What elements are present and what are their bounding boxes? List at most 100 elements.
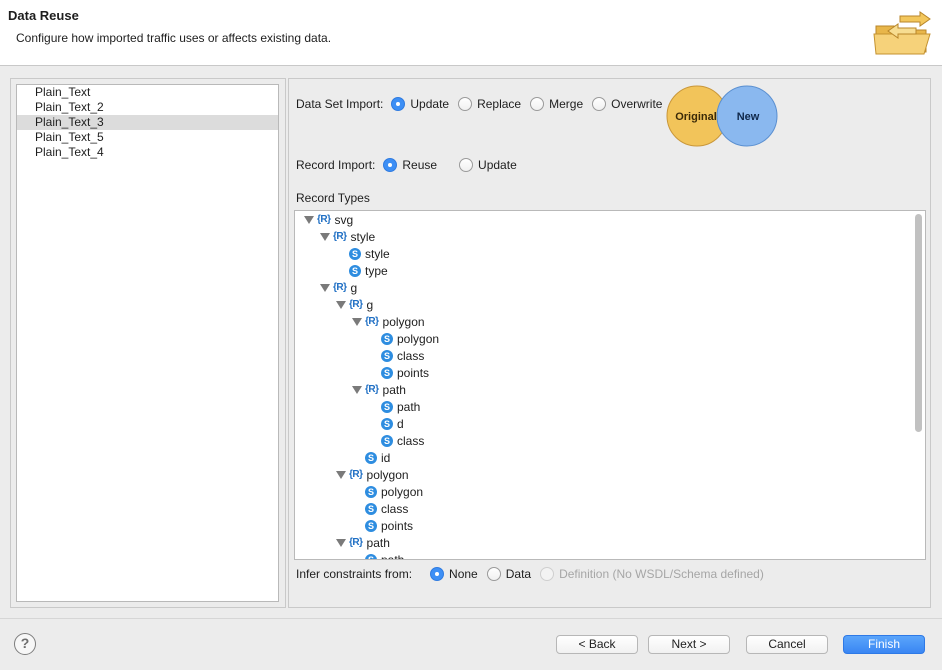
- radio-record-update[interactable]: Update: [459, 158, 517, 172]
- tree-node-label: g: [350, 280, 358, 295]
- string-field-icon: S: [381, 434, 393, 447]
- expand-triangle-icon[interactable]: [352, 385, 362, 394]
- radio-overwrite[interactable]: Overwrite: [592, 97, 662, 111]
- radio-merge[interactable]: Merge: [530, 97, 583, 111]
- data-source-list[interactable]: Plain_Text Plain_Text_2 Plain_Text_3 Pla…: [16, 84, 279, 602]
- tree-string-node[interactable]: Sd: [381, 415, 404, 432]
- radio-data[interactable]: Data: [486, 567, 531, 581]
- radio-label: Overwrite: [611, 97, 663, 111]
- tree-string-node[interactable]: Sstyle: [349, 245, 390, 262]
- tree-node-label: path: [366, 535, 390, 550]
- tree-node-label: class: [381, 501, 409, 516]
- record-icon: {R}: [349, 469, 363, 480]
- tree-string-node[interactable]: Spolygon: [365, 483, 423, 500]
- tree-string-node[interactable]: Sid: [365, 449, 390, 466]
- radio-dot[interactable]: [592, 97, 607, 111]
- radio-definition: Definition (No WSDL/Schema defined): [540, 567, 764, 581]
- expand-triangle-icon[interactable]: [304, 215, 314, 224]
- tree-record-node[interactable]: {R} polygon: [352, 313, 425, 330]
- vertical-scrollbar[interactable]: [914, 213, 923, 557]
- record-import-label: Record Import:: [296, 158, 376, 172]
- radio-replace[interactable]: Replace: [458, 97, 521, 111]
- tree-string-node[interactable]: Spath: [381, 398, 420, 415]
- list-item[interactable]: Plain_Text_2: [17, 100, 278, 115]
- radio-none[interactable]: None: [430, 567, 478, 581]
- record-icon: {R}: [349, 537, 363, 548]
- radio-label: Merge: [549, 97, 584, 111]
- expand-triangle-icon[interactable]: [320, 283, 330, 292]
- expand-triangle-icon[interactable]: [320, 232, 330, 241]
- expand-triangle-icon[interactable]: [336, 470, 346, 479]
- radio-label: Update: [410, 97, 450, 111]
- tree-string-node[interactable]: Stype: [349, 262, 388, 279]
- tree-record-node[interactable]: {R} g: [320, 279, 357, 296]
- list-item[interactable]: Plain_Text_5: [17, 130, 278, 145]
- string-field-icon: S: [365, 553, 377, 559]
- folder-import-icon: [873, 11, 931, 55]
- page-title: Data Reuse: [8, 8, 79, 23]
- tree-string-node[interactable]: Sclass: [381, 432, 424, 449]
- infer-constraints-label: Infer constraints from:: [296, 567, 413, 581]
- wizard-header: Data Reuse Configure how imported traffi…: [0, 0, 942, 66]
- tree-node-label: class: [397, 348, 425, 363]
- list-item[interactable]: Plain_Text_4: [17, 145, 278, 160]
- tree-node-label: svg: [334, 212, 354, 227]
- list-item-selected[interactable]: Plain_Text_3: [17, 115, 278, 130]
- radio-dot[interactable]: [486, 567, 501, 581]
- next-button[interactable]: Next >: [648, 635, 730, 654]
- finish-button[interactable]: Finish: [843, 635, 925, 654]
- radio-label: Reuse: [402, 158, 438, 172]
- data-set-import-row: Data Set Import: Update Replace Merge Ov…: [296, 94, 671, 114]
- tree-record-node[interactable]: {R} path: [352, 381, 406, 398]
- tree-node-label: polygon: [366, 467, 409, 482]
- tree-string-node[interactable]: Spoints: [381, 364, 429, 381]
- expand-triangle-icon[interactable]: [336, 300, 346, 309]
- tree-string-node[interactable]: Spoints: [365, 517, 413, 534]
- tree-string-node[interactable]: Spath: [365, 551, 405, 560]
- radio-dot[interactable]: [459, 158, 474, 172]
- radio-label: Definition (No WSDL/Schema defined): [559, 567, 764, 581]
- tree-node-label: id: [381, 450, 391, 465]
- tree-node-label: polygon: [382, 314, 425, 329]
- radio-reuse[interactable]: Reuse: [383, 158, 437, 172]
- string-field-icon: S: [365, 519, 377, 532]
- cancel-button[interactable]: Cancel: [746, 635, 828, 654]
- tree-record-node[interactable]: {R} path: [336, 534, 390, 551]
- tree-node-label: points: [397, 365, 430, 380]
- string-field-icon: S: [365, 451, 377, 464]
- expand-triangle-icon[interactable]: [352, 317, 362, 326]
- record-types-tree[interactable]: {R} svg {R} style Sstyle Stype {R} g {R} g {R} poly…: [294, 210, 926, 560]
- radio-dot[interactable]: [391, 97, 406, 111]
- radio-dot[interactable]: [383, 158, 398, 172]
- radio-dot[interactable]: [458, 97, 473, 111]
- help-icon[interactable]: ?: [14, 633, 36, 655]
- page-description: Configure how imported traffic uses or a…: [16, 31, 332, 45]
- tree-string-node[interactable]: Sclass: [365, 500, 408, 517]
- string-field-icon: S: [349, 247, 361, 260]
- venn-new-label: New: [737, 111, 760, 123]
- back-button[interactable]: < Back: [556, 635, 638, 654]
- radio-dot[interactable]: [430, 567, 445, 581]
- expand-triangle-icon[interactable]: [336, 538, 346, 547]
- radio-update[interactable]: Update: [391, 97, 449, 111]
- list-item[interactable]: Plain_Text: [17, 85, 278, 100]
- tree-record-node[interactable]: {R} polygon: [336, 466, 409, 483]
- tree-record-node[interactable]: {R} svg: [304, 211, 353, 228]
- record-icon: {R}: [349, 299, 363, 310]
- record-icon: {R}: [365, 316, 379, 327]
- record-icon: {R}: [365, 384, 379, 395]
- tree-node-label: path: [382, 382, 406, 397]
- radio-dot[interactable]: [530, 97, 545, 111]
- tree-node-label: d: [397, 416, 404, 431]
- venn-diagram: Original New: [666, 85, 778, 147]
- tree-record-node[interactable]: {R} style: [320, 228, 375, 245]
- tree-record-node[interactable]: {R} g: [336, 296, 373, 313]
- scrollbar-thumb[interactable]: [915, 214, 922, 432]
- tree-node-label: style: [350, 229, 376, 244]
- tree-node-label: path: [381, 552, 405, 560]
- record-import-row: Record Import: Reuse Update: [296, 155, 526, 175]
- tree-string-node[interactable]: Spolygon: [381, 330, 439, 347]
- venn-original-label: Original: [675, 111, 717, 123]
- tree-string-node[interactable]: Sclass: [381, 347, 424, 364]
- radio-label: Replace: [477, 97, 522, 111]
